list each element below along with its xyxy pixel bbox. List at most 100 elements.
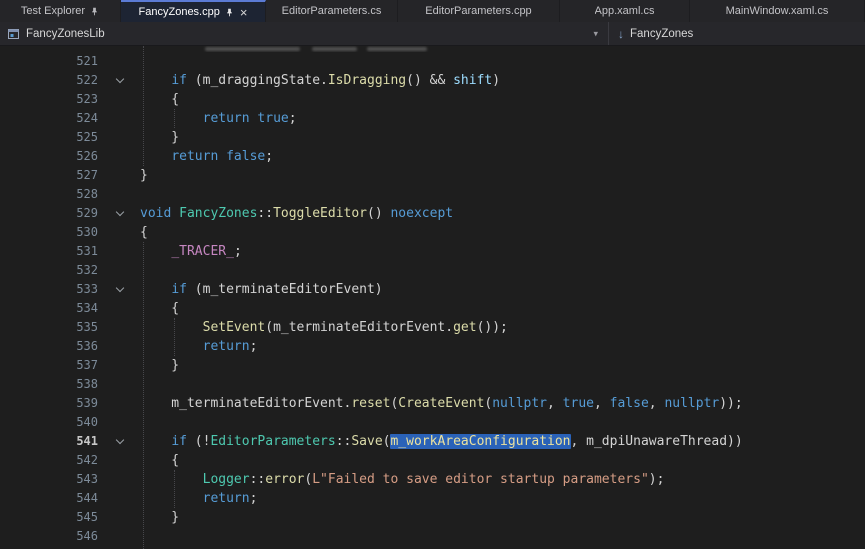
code-text[interactable]: if (m_terminateEditorEvent) xyxy=(140,280,383,299)
code-line: 531 _TRACER_; xyxy=(0,242,865,261)
line-number: 526 xyxy=(0,147,100,166)
member-dropdown[interactable]: ↓ FancyZones xyxy=(608,22,865,45)
code-line: 538 xyxy=(0,375,865,394)
fold-column xyxy=(100,166,140,185)
fold-column xyxy=(100,261,140,280)
code-line: 542 { xyxy=(0,451,865,470)
tab-editorparameters-cs[interactable]: EditorParameters.cs xyxy=(266,0,398,22)
fold-column xyxy=(100,185,140,204)
line-number: 528 xyxy=(0,185,100,204)
code-text[interactable]: return; xyxy=(140,337,257,356)
tab-label: MainWindow.xaml.cs xyxy=(726,5,829,17)
line-number: 538 xyxy=(0,375,100,394)
line-number: 523 xyxy=(0,90,100,109)
pin-icon[interactable] xyxy=(90,7,99,16)
member-dropdown-value: FancyZones xyxy=(630,28,693,40)
code-line: 544 return; xyxy=(0,489,865,508)
tab-label: EditorParameters.cpp xyxy=(425,5,531,17)
fold-column xyxy=(100,223,140,242)
code-line: 534 { xyxy=(0,299,865,318)
indent-guide xyxy=(174,318,175,356)
fold-column xyxy=(100,356,140,375)
code-text[interactable]: { xyxy=(140,223,148,242)
blurred-text xyxy=(367,47,427,51)
fold-chevron-icon[interactable] xyxy=(100,71,140,90)
line-number: 522 xyxy=(0,71,100,90)
code-text[interactable]: void FancyZones::ToggleEditor() noexcept xyxy=(140,204,453,223)
line-number: 540 xyxy=(0,413,100,432)
pin-icon[interactable] xyxy=(225,8,234,17)
visual-studio-window: Test Explorer FancyZones.cpp × EditorParame… xyxy=(0,0,865,549)
line-number: 542 xyxy=(0,451,100,470)
down-arrow-icon: ↓ xyxy=(618,28,624,40)
line-number: 537 xyxy=(0,356,100,375)
indent-guide xyxy=(143,46,144,166)
code-text[interactable]: } xyxy=(140,508,179,527)
code-text[interactable]: { xyxy=(140,299,179,318)
line-number: 530 xyxy=(0,223,100,242)
code-line: 525 } xyxy=(0,128,865,147)
line-number: 543 xyxy=(0,470,100,489)
line-number: 531 xyxy=(0,242,100,261)
fold-column xyxy=(100,52,140,71)
code-line: 535 SetEvent(m_terminateEditorEvent.get(… xyxy=(0,318,865,337)
code-text[interactable]: m_terminateEditorEvent.reset(CreateEvent… xyxy=(140,394,743,413)
fold-chevron-icon[interactable] xyxy=(100,204,140,223)
close-icon[interactable]: × xyxy=(240,6,248,19)
code-line: 536 return; xyxy=(0,337,865,356)
tab-bar: Test Explorer FancyZones.cpp × EditorParame… xyxy=(0,0,865,22)
indent-guide xyxy=(174,470,175,508)
fold-column xyxy=(100,147,140,166)
tab-test-explorer[interactable]: Test Explorer xyxy=(0,0,121,22)
code-text[interactable]: if (m_draggingState.IsDragging() && shif… xyxy=(140,71,500,90)
fold-column xyxy=(100,508,140,527)
line-number: 532 xyxy=(0,261,100,280)
code-line: 532 xyxy=(0,261,865,280)
code-text[interactable]: } xyxy=(140,356,179,375)
clipped-code-line xyxy=(0,46,865,52)
project-dropdown[interactable]: FancyZonesLib ▾ xyxy=(0,22,608,45)
code-line: 546 xyxy=(0,527,865,546)
fold-column xyxy=(100,242,140,261)
tab-label: FancyZones.cpp xyxy=(139,6,220,18)
tab-editorparameters-cpp[interactable]: EditorParameters.cpp xyxy=(398,0,560,22)
line-number: 529 xyxy=(0,204,100,223)
blurred-text xyxy=(312,47,357,51)
code-text[interactable]: _TRACER_; xyxy=(140,242,242,261)
line-number: 545 xyxy=(0,508,100,527)
code-line: 524 return true; xyxy=(0,109,865,128)
code-line: 541 if (!EditorParameters::Save(m_workAr… xyxy=(0,432,865,451)
code-text[interactable]: } xyxy=(140,128,179,147)
code-text[interactable]: return false; xyxy=(140,147,273,166)
tab-label: Test Explorer xyxy=(21,5,85,17)
tab-mainwindow-xaml-cs[interactable]: MainWindow.xaml.cs xyxy=(690,0,865,22)
navigation-bar: FancyZonesLib ▾ ↓ FancyZones xyxy=(0,22,865,46)
tab-fancyzones-cpp[interactable]: FancyZones.cpp × xyxy=(121,0,266,22)
line-number: 539 xyxy=(0,394,100,413)
code-line: 543 Logger::error(L"Failed to save edito… xyxy=(0,470,865,489)
tab-label: EditorParameters.cs xyxy=(282,5,382,17)
line-number: 544 xyxy=(0,489,100,508)
code-text[interactable]: } xyxy=(140,166,148,185)
code-text[interactable]: if (!EditorParameters::Save(m_workAreaCo… xyxy=(140,432,743,451)
chevron-down-icon[interactable]: ▾ xyxy=(593,28,598,39)
fold-column xyxy=(100,318,140,337)
code-editor: 521522 if (m_draggingState.IsDragging() … xyxy=(0,46,865,549)
fold-chevron-icon[interactable] xyxy=(100,432,140,451)
line-number: 527 xyxy=(0,166,100,185)
code-text[interactable]: { xyxy=(140,90,179,109)
code-text[interactable]: return; xyxy=(140,489,257,508)
code-text[interactable]: SetEvent(m_terminateEditorEvent.get()); xyxy=(140,318,508,337)
tab-app-xaml-cs[interactable]: App.xaml.cs xyxy=(560,0,690,22)
fold-column xyxy=(100,109,140,128)
code-text[interactable]: { xyxy=(140,451,179,470)
line-number: 535 xyxy=(0,318,100,337)
tab-label: App.xaml.cs xyxy=(595,5,655,17)
line-number: 534 xyxy=(0,299,100,318)
fold-column xyxy=(100,413,140,432)
code-line: 523 { xyxy=(0,90,865,109)
code-text[interactable]: Logger::error(L"Failed to save editor st… xyxy=(140,470,664,489)
code-text[interactable]: return true; xyxy=(140,109,297,128)
fold-column xyxy=(100,128,140,147)
fold-chevron-icon[interactable] xyxy=(100,280,140,299)
